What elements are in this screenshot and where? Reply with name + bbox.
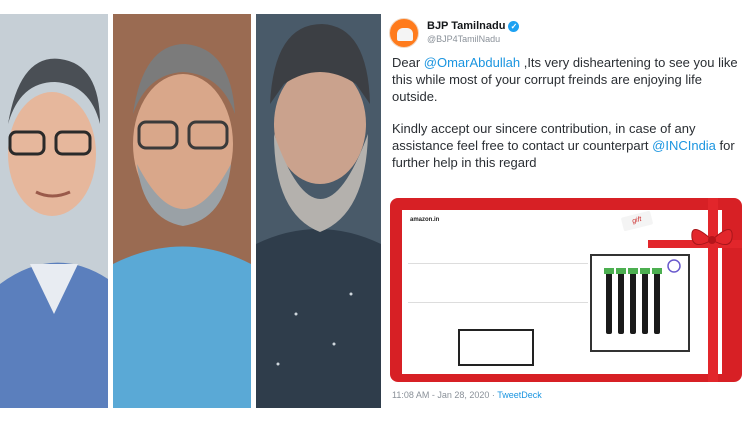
- source-link[interactable]: TweetDeck: [497, 390, 542, 400]
- mention-link[interactable]: @INCIndia: [652, 138, 716, 153]
- photo-right: [256, 14, 381, 408]
- shipping-box: [458, 329, 534, 366]
- tweet-meta: 11:08 AM - Jan 28, 2020 · TweetDeck: [392, 390, 542, 400]
- brand-logo: amazon.in: [410, 217, 440, 223]
- author-name[interactable]: BJP Tamilnadu: [427, 20, 505, 32]
- text: Kindly accept our sincere contribution, …: [392, 121, 696, 153]
- photo-middle: [113, 14, 251, 408]
- product-box: [590, 254, 690, 352]
- address-section: [408, 263, 588, 303]
- mention-link[interactable]: @OmarAbdullah: [424, 55, 520, 70]
- tweet-paragraph-2: Kindly accept our sincere contribution, …: [392, 120, 748, 171]
- embedded-image[interactable]: amazon.in gift: [390, 198, 742, 382]
- verified-badge-icon: ✓: [508, 20, 520, 32]
- tweet-paragraph-1: Dear @OmarAbdullah ,Its very dishearteni…: [392, 54, 748, 105]
- photo-left: [0, 14, 108, 408]
- gift-bow-icon: [691, 229, 733, 245]
- bjp-logo-icon[interactable]: [389, 18, 419, 48]
- razor-icon: [604, 259, 681, 334]
- author-handle[interactable]: @BJP4TamilNadu: [427, 34, 500, 44]
- timestamp[interactable]: 11:08 AM - Jan 28, 2020: [392, 390, 489, 400]
- author-row: BJP Tamilnadu ✓: [427, 20, 520, 32]
- photo-collage: [0, 14, 381, 408]
- tweet-card: BJP Tamilnadu ✓ @BJP4TamilNadu Dear @Oma…: [381, 14, 750, 408]
- order-sheet: amazon.in: [402, 210, 722, 374]
- text: Dear: [392, 55, 424, 70]
